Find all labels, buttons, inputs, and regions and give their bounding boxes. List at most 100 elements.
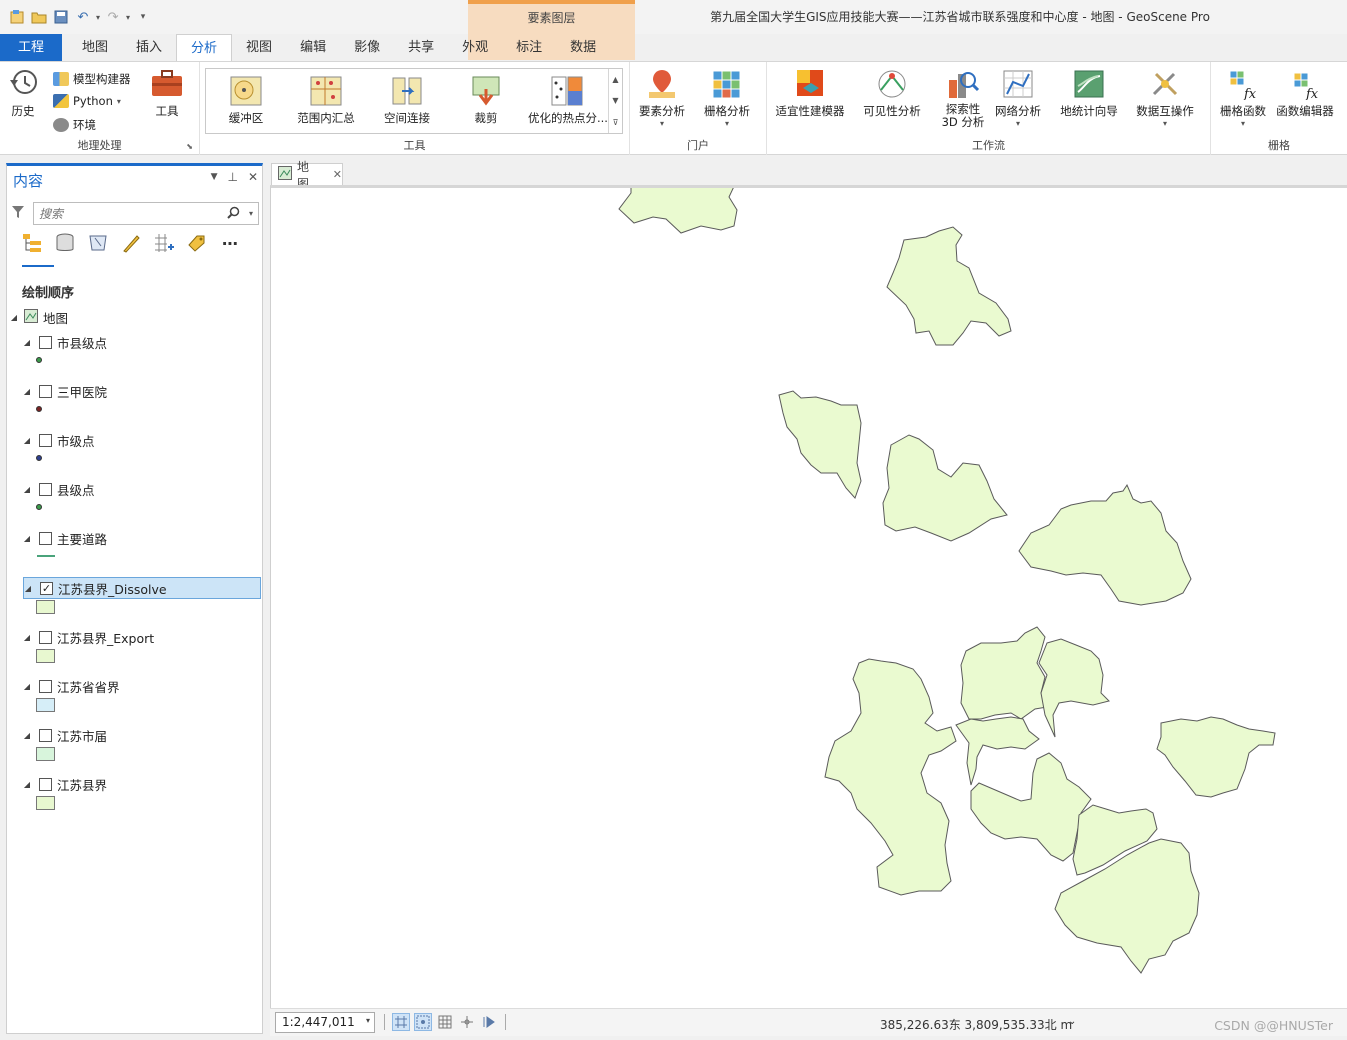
layer-visibility-checkbox[interactable] [39,531,52,545]
network-analysis-button[interactable]: 网络分析 ▾ [992,68,1044,128]
layer-row[interactable]: ◢ 江苏市届 [7,724,262,746]
dialog-launcher-icon[interactable]: ⬊ [186,142,193,151]
county-polygon[interactable] [1038,638,1110,738]
tab-project[interactable]: 工程 [0,34,62,61]
python-button[interactable]: Python ▾ [53,94,121,108]
county-polygon[interactable] [1156,716,1276,798]
model-builder-button[interactable]: 模型构建器 [53,71,131,87]
collapse-icon[interactable]: ◢ [21,338,33,347]
tab-labeling[interactable]: 标注 [502,34,556,61]
pause-drawing-icon[interactable] [480,1013,498,1031]
function-editor-button[interactable]: fx 函数编辑器 [1273,68,1337,119]
collapse-icon[interactable]: ◢ [8,313,20,322]
list-by-selection-icon[interactable] [87,232,109,254]
tab-view[interactable]: 视图 [232,34,286,61]
geostatistical-wizard-button[interactable]: 地统计向导 [1057,68,1121,119]
county-polygon[interactable] [886,226,1012,346]
county-polygon[interactable] [970,752,1092,862]
gallery-expand-icon[interactable]: ⊽ [613,118,619,127]
collapse-icon[interactable]: ◢ [21,633,33,642]
layer-visibility-checkbox[interactable] [39,384,52,398]
county-polygon[interactable] [882,434,1008,542]
correction-icon[interactable] [458,1013,476,1031]
layer-visibility-checkbox[interactable] [39,728,52,742]
summarize-within-button[interactable]: 范围内汇总 [296,75,356,126]
layer-row[interactable]: ◢ ✓ 江苏县界_Dissolve [23,577,261,599]
tab-appearance[interactable]: 外观 [448,34,502,61]
redo-dropdown-icon[interactable]: ▾ [126,13,130,22]
map-canvas[interactable] [270,128,1347,1008]
layer-visibility-checkbox[interactable] [39,777,52,791]
county-polygon[interactable] [960,626,1048,720]
search-dropdown-icon[interactable]: ▾ [249,209,253,218]
layer-visibility-checkbox[interactable] [39,335,52,349]
scale-selector[interactable]: 1:2,447,011 ▾ [275,1012,375,1033]
more-options-icon[interactable]: ⋯ [219,232,241,254]
spatial-join-button[interactable]: 空间连接 [382,75,432,126]
map-view-tab[interactable]: 地图 ✕ [271,160,343,191]
list-by-editing-icon[interactable] [120,232,142,254]
filter-icon[interactable] [11,205,25,223]
tab-share[interactable]: 共享 [394,34,448,61]
tab-map[interactable]: 地图 [68,34,122,61]
collapse-icon[interactable]: ◢ [21,436,33,445]
raster-analysis-button[interactable]: 栅格分析 ▾ [700,68,754,128]
gallery-scroll-up-icon[interactable]: ▲ [612,75,618,84]
tools-button[interactable]: 工具 [150,68,184,119]
layer-visibility-checkbox[interactable] [39,482,52,496]
close-icon[interactable]: ✕ [248,170,258,184]
layer-row[interactable]: ◢ 县级点 [7,478,262,500]
county-polygon[interactable] [955,716,1040,786]
layer-row[interactable]: ◢ 江苏县界_Export [7,626,262,648]
raster-functions-button[interactable]: fx 栅格函数 ▾ [1217,68,1269,128]
close-tab-icon[interactable]: ✕ [333,168,342,181]
collapse-icon[interactable]: ◢ [21,682,33,691]
layer-row[interactable]: ◢ 江苏县界 [7,773,262,795]
layer-visibility-checkbox[interactable] [39,433,52,447]
collapse-icon[interactable]: ◢ [21,780,33,789]
tab-analysis[interactable]: 分析 [176,34,233,61]
data-interoperability-button[interactable]: 数据互操作 ▾ [1133,68,1197,128]
environments-button[interactable]: 环境 [53,117,96,133]
new-project-icon[interactable] [8,8,26,26]
exploratory-3d-button[interactable]: 探索性 3D 分析 [937,68,989,129]
redo-icon[interactable]: ↷ [104,8,122,26]
auto-hide-pin-icon[interactable]: ⊥ [227,170,237,184]
feature-analysis-button[interactable]: 要素分析 ▾ [636,68,688,128]
list-by-labeling-icon[interactable] [186,232,208,254]
optimized-hotspot-button[interactable]: 优化的热点分... [528,75,608,126]
snapping-toggle-icon[interactable] [392,1013,410,1031]
search-input[interactable] [34,203,214,224]
layer-visibility-checkbox[interactable]: ✓ [40,581,53,595]
collapse-icon[interactable]: ◢ [21,387,33,396]
history-button[interactable]: 历史 [6,68,40,119]
map-features[interactable] [271,128,1347,1008]
layer-row[interactable]: ◢ 三甲医院 [7,380,262,402]
layer-row[interactable]: ◢ 市县级点 [7,331,262,353]
county-polygon[interactable] [778,390,862,499]
gallery-scrollbar[interactable]: ▲ ▼ ⊽ [608,69,622,133]
collapse-icon[interactable]: ◢ [21,534,33,543]
clip-button[interactable]: 裁剪 [466,75,506,126]
layer-visibility-checkbox[interactable] [39,679,52,693]
county-polygon[interactable] [824,658,957,896]
suitability-modeler-button[interactable]: 适宜性建模器 [773,68,847,119]
save-project-icon[interactable] [52,8,70,26]
tab-insert[interactable]: 插入 [122,34,176,61]
search-box[interactable]: ▾ [33,202,259,225]
layer-row[interactable]: ◢ 市级点 [7,429,262,451]
buffer-button[interactable]: 缓冲区 [220,75,272,126]
layer-visibility-checkbox[interactable] [39,630,52,644]
customize-qat-icon[interactable]: ▾ [134,8,152,26]
tab-edit[interactable]: 编辑 [286,34,340,61]
visibility-analysis-button[interactable]: 可见性分析 [861,68,923,119]
selectable-layers-icon[interactable] [414,1013,432,1031]
tab-data[interactable]: 数据 [556,34,610,61]
map-node[interactable]: ◢ 地图 [7,306,262,328]
collapse-icon[interactable]: ◢ [22,584,34,593]
list-by-snapping-icon[interactable] [153,232,175,254]
list-by-data-source-icon[interactable] [54,232,76,254]
county-polygon[interactable] [610,128,738,234]
collapse-icon[interactable]: ◢ [21,485,33,494]
search-icon[interactable] [227,206,240,222]
